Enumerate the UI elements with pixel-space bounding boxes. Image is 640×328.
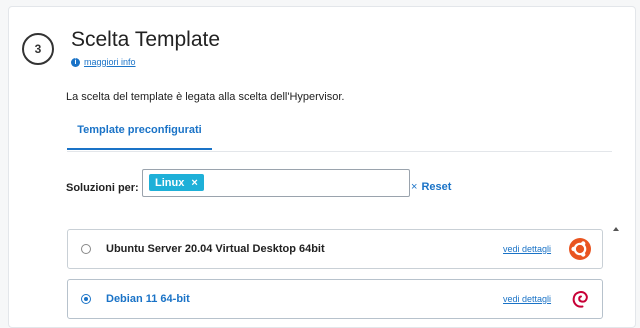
template-option-ubuntu[interactable]: Ubuntu Server 20.04 Virtual Desktop 64bi… <box>67 229 603 269</box>
view-details-link[interactable]: vedi dettagli <box>503 294 551 304</box>
more-info-link[interactable]: i maggiori info <box>71 57 136 67</box>
section-description: La scelta del template è legata alla sce… <box>66 91 345 103</box>
reset-filter-button[interactable]: × Reset <box>411 181 451 193</box>
more-info-label: maggiori info <box>84 57 136 67</box>
template-radio[interactable] <box>81 244 91 254</box>
section-title: Scelta Template <box>71 28 221 51</box>
step-number-badge: 3 <box>22 33 54 65</box>
debian-icon <box>572 291 588 308</box>
step-number: 3 <box>34 42 42 56</box>
tab-label: Template preconfigurati <box>77 124 202 136</box>
chip-label: Linux <box>155 176 185 189</box>
info-icon: i <box>71 57 80 67</box>
tab-divider <box>67 151 612 152</box>
template-selection-panel: 3 Scelta Template i maggiori info La sce… <box>8 6 636 328</box>
template-name: Debian 11 64-bit <box>106 293 190 305</box>
tab-preconfigured-templates[interactable]: Template preconfigurati <box>67 120 212 150</box>
solutions-filter-input[interactable]: Linux × <box>142 169 410 197</box>
filter-chip-linux: Linux × <box>149 174 204 191</box>
view-details-link[interactable]: vedi dettagli <box>503 244 551 254</box>
reset-label: Reset <box>421 181 452 193</box>
template-option-debian[interactable]: Debian 11 64-bit vedi dettagli <box>67 279 603 319</box>
chip-remove-icon[interactable]: × <box>191 177 197 189</box>
scroll-up-arrow-icon[interactable] <box>613 227 619 231</box>
ubuntu-icon <box>569 238 591 260</box>
template-name: Ubuntu Server 20.04 Virtual Desktop 64bi… <box>106 243 325 255</box>
filter-label: Soluzioni per: <box>66 182 139 194</box>
template-radio-selected[interactable] <box>81 294 91 304</box>
reset-x-icon: × <box>411 181 418 193</box>
